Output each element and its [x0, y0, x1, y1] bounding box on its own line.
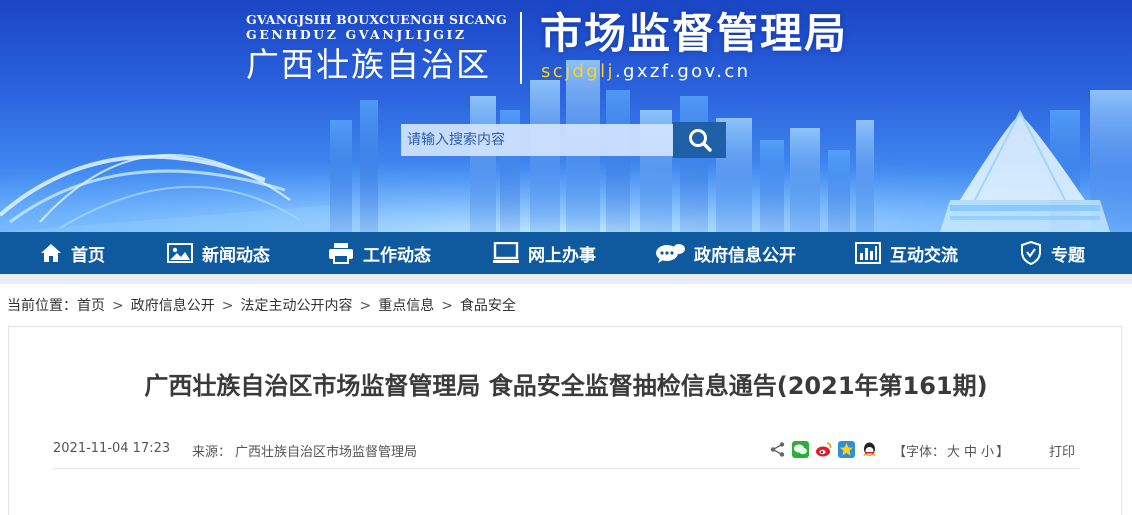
- source-label: 来源：: [192, 445, 232, 460]
- nav-item-label: 新闻动态: [202, 245, 270, 266]
- picture-icon: [167, 243, 193, 263]
- font-size-prefix: 【字体：: [893, 445, 946, 460]
- home-icon: [41, 244, 61, 262]
- zhuang-name-line-2: GENHDUZ GVANJLIJGIZ: [246, 27, 467, 42]
- region-name: 广西壮族自治区: [246, 45, 491, 84]
- meta-divider: [53, 468, 1079, 469]
- breadcrumb-prefix: 当前位置：: [7, 298, 77, 314]
- header-banner: GVANGJSIH BOUXCUENGH SICANG GENHDUZ GVAN…: [0, 0, 1132, 232]
- breadcrumb-separator: >: [221, 298, 234, 314]
- region-brand: GVANGJSIH BOUXCUENGH SICANG GENHDUZ GVAN…: [246, 12, 508, 85]
- shield-icon: [1021, 241, 1041, 265]
- qzone-icon[interactable]: [838, 441, 855, 458]
- weibo-icon[interactable]: [815, 441, 832, 458]
- nav-item-topics[interactable]: 专题: [1020, 232, 1085, 274]
- breadcrumb-item-gov-info[interactable]: 政府信息公开: [131, 296, 215, 316]
- publish-date: 2021-11-04 17:23: [53, 441, 171, 456]
- nav-item-work[interactable]: 工作动态: [328, 232, 431, 274]
- breadcrumb-item-home[interactable]: 首页: [77, 296, 105, 316]
- article-title: 广西壮族自治区市场监督管理局 食品安全监督抽检信息通告(2021年第161期): [144, 372, 988, 400]
- domain-accent: scjdglj: [541, 61, 615, 82]
- breadcrumb: 当前位置： 首页 > 政府信息公开 > 法定主动公开内容 > 重点信息 > 食品…: [7, 296, 516, 316]
- wechat-icon[interactable]: [792, 441, 809, 458]
- breadcrumb-item-key-info[interactable]: 重点信息: [378, 296, 434, 316]
- breadcrumb-separator: >: [112, 298, 124, 314]
- font-size-large[interactable]: 大: [945, 445, 962, 460]
- share-group: [769, 441, 878, 458]
- nav-item-online-service[interactable]: 网上办事: [493, 232, 596, 274]
- article-meta: 2021-11-04 17:23 来源： 广西壮族自治区市场监督管理局 【字体：…: [9, 441, 1123, 461]
- article-panel: 广西壮族自治区市场监督管理局 食品安全监督抽检信息通告(2021年第161期) …: [8, 326, 1122, 515]
- nav-item-news[interactable]: 新闻动态: [167, 232, 270, 274]
- nav-item-label: 互动交流: [890, 245, 958, 266]
- nav-item-label: 首页: [71, 245, 105, 266]
- nav-item-label: 专题: [1051, 245, 1085, 266]
- bar-chart-icon: [855, 242, 881, 264]
- search-button[interactable]: [673, 122, 726, 158]
- nav-item-home[interactable]: 首页: [40, 232, 105, 274]
- brand-divider: [520, 12, 522, 84]
- nav-item-gov-info[interactable]: 政府信息公开: [655, 232, 796, 274]
- nav-divider: [0, 274, 1132, 284]
- breadcrumb-separator: >: [441, 298, 453, 314]
- font-size-switcher: 【字体：大中小】: [893, 441, 1009, 460]
- printer-icon: [329, 243, 353, 264]
- search-input[interactable]: [401, 124, 673, 156]
- source-name: 广西壮族自治区市场监督管理局: [235, 445, 418, 460]
- nav-item-interaction[interactable]: 互动交流: [855, 232, 958, 274]
- nav-item-label: 网上办事: [528, 245, 596, 266]
- nav-item-label: 政府信息公开: [694, 245, 796, 266]
- font-size-medium[interactable]: 中: [962, 445, 979, 460]
- breadcrumb-item-statutory[interactable]: 法定主动公开内容: [240, 296, 352, 316]
- print-link[interactable]: 打印: [1049, 441, 1075, 460]
- breadcrumb-item-food-safety[interactable]: 食品安全: [460, 296, 516, 316]
- font-size-suffix: 】: [996, 445, 1010, 460]
- breadcrumb-separator: >: [359, 298, 372, 314]
- font-size-small[interactable]: 小: [979, 445, 996, 460]
- agency-name: 市场监督管理局: [540, 9, 849, 58]
- monitor-icon: [493, 242, 519, 263]
- search-icon: [688, 129, 712, 152]
- share-icon[interactable]: [769, 441, 786, 458]
- qq-icon[interactable]: [861, 441, 878, 458]
- zhuang-name-line-1: GVANGJSIH BOUXCUENGH SICANG: [246, 12, 507, 27]
- agency-domain: scjdglj.gxzf.gov.cn: [541, 60, 750, 84]
- main-nav: 首页 新闻动态 工作动态 网上办事 政府信息公开 互动交流 专题: [0, 232, 1132, 274]
- nav-item-label: 工作动态: [363, 245, 431, 266]
- chat-bubble-icon: [656, 244, 685, 263]
- domain-rest: .gxzf.gov.cn: [614, 61, 751, 82]
